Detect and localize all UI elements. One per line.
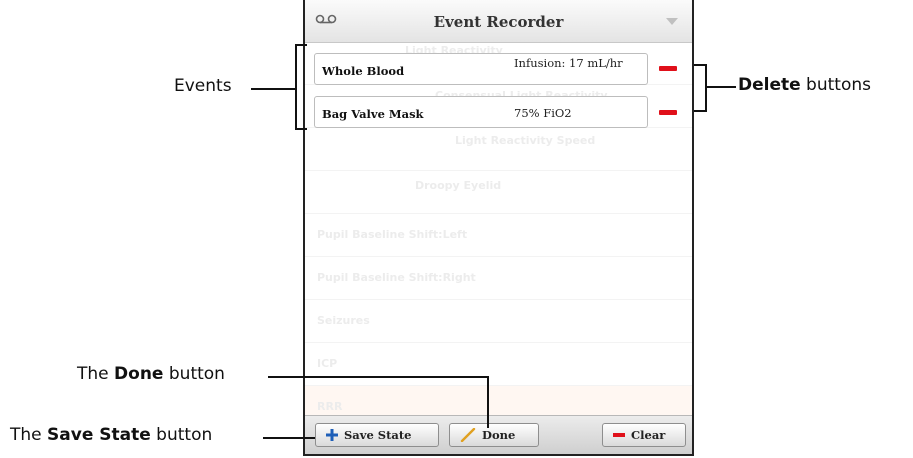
delete-callout-bold: Delete: [738, 75, 801, 95]
delete-event-button[interactable]: [659, 110, 677, 115]
footer-toolbar: Save State Done Clear: [305, 415, 692, 454]
save-callout-prefix: The: [10, 425, 48, 445]
done-callout-bold: Done: [114, 364, 164, 384]
events-callout-text: Events: [174, 76, 232, 96]
list-item: Light Reactivity Speed: [305, 128, 692, 171]
save-callout-text: button: [150, 425, 213, 445]
events-bracket: [295, 44, 307, 46]
list-item-label: ICP: [317, 357, 338, 370]
chevron-down-icon[interactable]: [666, 18, 678, 25]
event-recorder-panel: Event Recorder Light Reactivity Consensu…: [303, 0, 694, 456]
plus-icon: [326, 429, 338, 441]
event-row[interactable]: Bag Valve Mask 75% FiO2: [314, 96, 648, 128]
clear-button[interactable]: Clear: [602, 423, 686, 447]
list-item-label: Pupil Baseline Shift:Left: [317, 228, 468, 241]
list-item-label: Pupil Baseline Shift:Right: [317, 271, 476, 284]
window-title: Event Recorder: [433, 13, 564, 31]
callout-line: [487, 376, 489, 428]
done-callout-prefix: The: [77, 364, 115, 384]
event-detail: 75% FiO2: [514, 106, 572, 120]
callout-line: [268, 376, 489, 378]
save-state-label: Save State: [344, 428, 412, 442]
event-row[interactable]: Whole Blood Infusion: 17 mL/hr: [314, 53, 648, 85]
done-label: Done: [482, 428, 516, 442]
done-callout: The Done button: [77, 364, 225, 384]
list-item: Pupil Baseline Shift:Left: [305, 214, 692, 257]
save-state-callout: The Save State button: [10, 425, 212, 445]
delete-callout: Delete buttons: [738, 75, 871, 95]
delete-bracket: [705, 64, 707, 112]
done-button[interactable]: Done: [449, 423, 539, 447]
list-item: ICP: [305, 343, 692, 386]
callout-line: [263, 437, 315, 439]
events-bracket: [295, 128, 307, 130]
list-item: Seizures: [305, 300, 692, 343]
event-name: Bag Valve Mask: [322, 107, 424, 121]
callout-line: [706, 86, 736, 88]
save-state-button[interactable]: Save State: [315, 423, 439, 447]
clear-label: Clear: [631, 428, 666, 442]
callout-line: [251, 88, 296, 90]
done-callout-text: button: [163, 364, 225, 384]
delete-callout-text: buttons: [800, 75, 871, 95]
pencil-icon: [460, 428, 476, 442]
minus-icon: [613, 433, 625, 437]
list-item: Droopy Eyelid: [305, 171, 692, 214]
events-bracket: [295, 44, 297, 130]
list-item: Pupil Baseline Shift:Right: [305, 257, 692, 300]
event-name: Whole Blood: [322, 64, 405, 78]
events-callout: Events: [174, 76, 232, 96]
list-item-label: Seizures: [317, 314, 370, 327]
list-item-label: Light Reactivity Speed: [455, 134, 596, 147]
delete-event-button[interactable]: [659, 66, 677, 71]
list-item-label: RRR: [317, 400, 343, 413]
save-callout-bold: Save State: [47, 425, 151, 445]
list-item-label: Droopy Eyelid: [415, 179, 502, 192]
title-bar: Event Recorder: [305, 0, 692, 43]
event-detail: Infusion: 17 mL/hr: [514, 56, 623, 70]
